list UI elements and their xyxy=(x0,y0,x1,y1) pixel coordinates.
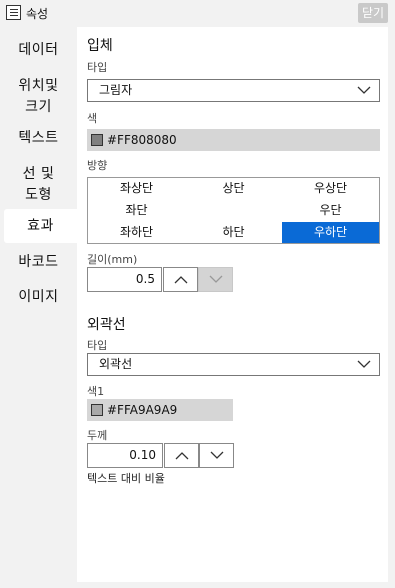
title-bar: 속성 닫기 xyxy=(0,0,395,27)
solid-color-value: #FF808080 xyxy=(107,133,177,147)
length-decrement-button[interactable] xyxy=(198,267,233,292)
length-input[interactable]: 0.5 xyxy=(87,267,162,292)
outline-type-select[interactable]: 외곽선 xyxy=(87,353,380,376)
direction-top-right[interactable]: 우상단 xyxy=(282,178,379,199)
outline-color-field[interactable]: #FFA9A9A9 xyxy=(87,399,233,421)
direction-center[interactable] xyxy=(185,200,282,221)
contrast-ratio-label: 텍스트 대비 비율 xyxy=(87,472,165,485)
solid-color-swatch xyxy=(91,134,103,146)
properties-icon xyxy=(6,5,21,20)
thickness-increment-button[interactable] xyxy=(164,443,199,468)
chevron-down-icon xyxy=(357,360,371,368)
chevron-up-icon xyxy=(174,276,188,284)
solid-heading: 입체 xyxy=(87,38,113,54)
nav-item-line-shape[interactable]: 선 및 도형 xyxy=(0,164,77,206)
length-label: 길이(mm) xyxy=(87,253,138,266)
direction-right[interactable]: 우단 xyxy=(282,200,379,221)
solid-type-value: 그림자 xyxy=(99,83,133,97)
direction-label: 방향 xyxy=(87,159,108,172)
nav-item-position-size[interactable]: 위치및 크기 xyxy=(0,76,77,118)
direction-bottom-right[interactable]: 우하단 xyxy=(282,222,379,243)
chevron-down-icon xyxy=(357,86,371,94)
direction-top[interactable]: 상단 xyxy=(185,178,282,199)
direction-bottom[interactable]: 하단 xyxy=(185,222,282,243)
outline-heading: 외곽선 xyxy=(87,317,126,333)
outline-type-label: 타입 xyxy=(87,339,108,352)
solid-color-label: 색 xyxy=(87,112,98,125)
chevron-down-icon xyxy=(210,451,224,459)
chevron-down-icon xyxy=(209,275,223,283)
thickness-input[interactable]: 0.10 xyxy=(87,443,163,468)
direction-left[interactable]: 좌단 xyxy=(88,200,185,221)
direction-top-left[interactable]: 좌상단 xyxy=(88,178,185,199)
close-button[interactable]: 닫기 xyxy=(358,3,388,23)
direction-bottom-left[interactable]: 좌하단 xyxy=(88,222,185,243)
solid-type-label: 타입 xyxy=(87,61,108,74)
effects-panel: 입체 타입 그림자 색 #FF808080 방향 좌상단 상단 우상단 좌단 우… xyxy=(77,27,388,582)
outline-color-swatch xyxy=(91,404,103,416)
solid-color-field[interactable]: #FF808080 xyxy=(87,129,380,151)
window-title: 속성 xyxy=(26,7,49,21)
thickness-decrement-button[interactable] xyxy=(199,443,234,468)
length-increment-button[interactable] xyxy=(163,267,198,292)
thickness-label: 두께 xyxy=(87,429,108,442)
solid-type-select[interactable]: 그림자 xyxy=(87,79,380,102)
nav-item-data[interactable]: 데이터 xyxy=(0,40,77,61)
outline-color-value: #FFA9A9A9 xyxy=(107,403,178,417)
nav-item-text[interactable]: 텍스트 xyxy=(0,128,77,149)
outline-type-value: 외곽선 xyxy=(99,357,133,371)
nav-item-effects[interactable]: 효과 xyxy=(4,209,77,243)
outline-color-label: 색1 xyxy=(87,385,105,398)
nav-item-barcode[interactable]: 바코드 xyxy=(0,252,77,273)
chevron-up-icon xyxy=(175,452,189,460)
direction-grid: 좌상단 상단 우상단 좌단 우단 좌하단 하단 우하단 xyxy=(87,177,380,244)
nav-item-image[interactable]: 이미지 xyxy=(0,287,77,308)
